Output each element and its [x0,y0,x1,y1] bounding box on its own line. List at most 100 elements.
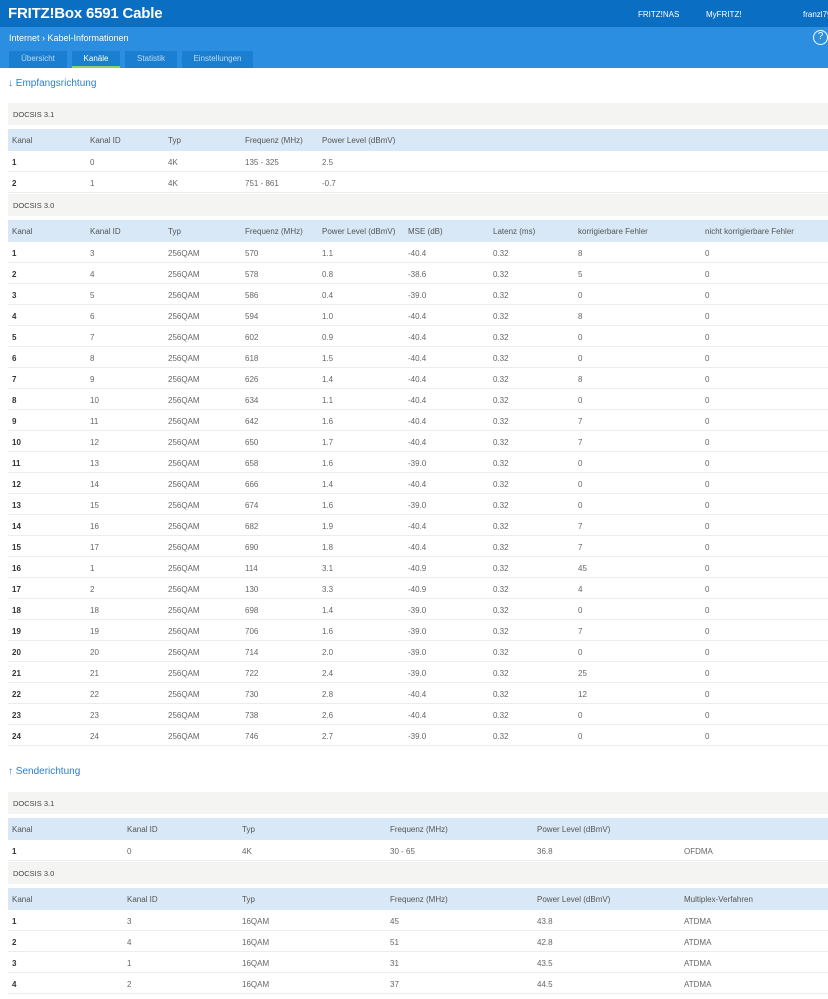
table-cell: 1.1 [322,396,334,405]
table-cell: 0 [578,501,583,510]
table-cell: 0 [705,690,710,699]
table-cell: 23 [12,711,21,720]
table-cell: ATDMA [684,959,712,968]
table-cell: 0 [578,648,583,657]
table-cell: -40.4 [408,480,427,489]
table-cell: 11 [90,417,99,426]
table-cell: 0 [705,249,710,258]
table-cell: 4K [168,158,178,167]
downstream-section-title: ↓ Empfangsrichtung [8,78,97,89]
table-cell: 11 [12,459,21,468]
table-row: 3 5 256QAM 586 0.4 -39.0 0.32 0 0 [8,284,828,305]
table-cell: 256QAM [168,438,200,447]
table-cell: 578 [245,270,259,279]
table-row: 1 3 16QAM 45 43.8 ATDMA [8,910,828,931]
table-cell: -40.4 [408,396,427,405]
tab-statistik[interactable]: Statistik [125,51,177,68]
table-cell: 6 [90,312,95,321]
column-header-cell: Typ [242,825,255,834]
table-cell: 0.32 [493,333,509,342]
table-cell: 2.4 [322,669,334,678]
docsis-section-label: DOCSIS 3.0 [8,194,828,216]
table-cell: 2 [12,938,17,947]
table-cell: -39.0 [408,606,427,615]
table-row: 18 18 256QAM 698 1.4 -39.0 0.32 0 0 [8,599,828,620]
table-cell: 0.32 [493,480,509,489]
table-cell: 256QAM [168,459,200,468]
column-header-cell: Typ [168,136,181,145]
table-cell: 730 [245,690,259,699]
table-cell: 0.32 [493,585,509,594]
table-cell: 256QAM [168,291,200,300]
table-cell: 626 [245,375,259,384]
table-cell: 256QAM [168,543,200,552]
table-cell: 674 [245,501,259,510]
table-cell: 0.8 [322,270,334,279]
table-cell: 24 [12,732,21,741]
table-cell: 256QAM [168,375,200,384]
table-cell: 4K [168,179,178,188]
table-cell: 16QAM [242,938,270,947]
table-cell: 658 [245,459,259,468]
docsis-section-label: DOCSIS 3.1 [8,103,828,125]
table-cell: -40.4 [408,249,427,258]
table-cell: 1 [127,959,132,968]
table-cell: 21 [12,669,21,678]
user-link[interactable]: franzl79 [803,10,828,19]
column-header-cell: nicht korrigierbare Fehler [705,227,794,236]
table-cell: 10 [90,396,99,405]
table-cell: 2 [90,585,95,594]
table-cell: 738 [245,711,259,720]
column-header-cell: Frequenz (MHz) [245,227,303,236]
table-cell: 0.32 [493,249,509,258]
table-cell: 0.32 [493,501,509,510]
fritznas-link[interactable]: FRITZ!NAS [638,10,679,19]
column-header-cell: Frequenz (MHz) [245,136,303,145]
table-cell: 0 [578,732,583,741]
table-row: 19 19 256QAM 706 1.6 -39.0 0.32 7 0 [8,620,828,641]
table-cell: 43.8 [537,917,553,926]
table-cell: 44.5 [537,980,553,989]
table-cell: 0 [578,354,583,363]
table-cell: 256QAM [168,501,200,510]
myfritz-link[interactable]: MyFRITZ! [706,10,742,19]
column-header-cell: korrigierbare Fehler [578,227,648,236]
table-cell: 0.32 [493,291,509,300]
table-cell: 0.4 [322,291,334,300]
table-row: 2 4 256QAM 578 0.8 -38.6 0.32 5 0 [8,263,828,284]
table-cell: 746 [245,732,259,741]
table-cell: 2.7 [322,732,334,741]
breadcrumb[interactable]: Internet › Kabel-Informationen [9,33,129,43]
table-cell: 570 [245,249,259,258]
table-row: 10 12 256QAM 650 1.7 -40.4 0.32 7 0 [8,431,828,452]
tab-uebersicht[interactable]: Übersicht [9,51,67,68]
table-row: 13 15 256QAM 674 1.6 -39.0 0.32 0 0 [8,494,828,515]
table-cell: 0.9 [322,333,334,342]
table-header: Kanal Kanal ID Typ Frequenz (MHz) Power Leve… [8,129,828,151]
table-cell: 0 [705,669,710,678]
table-cell: 8 [12,396,17,405]
help-icon[interactable]: ? [813,30,828,45]
table-cell: 0.32 [493,648,509,657]
table-cell: 642 [245,417,259,426]
table-cell: 1 [12,249,17,258]
table-cell: -40.9 [408,564,427,573]
table-cell: 0 [705,291,710,300]
tab-kanaele[interactable]: Kanäle [72,51,120,68]
column-header-cell: Kanal [12,895,33,904]
table-cell: 0 [578,396,583,405]
tab-einstellungen[interactable]: Einstellungen [182,51,253,68]
table-cell: -40.4 [408,312,427,321]
table-cell: 135 - 325 [245,158,279,167]
table-cell: 16 [90,522,99,531]
table-cell: 751 - 861 [245,179,279,188]
table-cell: 1 [12,158,17,167]
table-cell: 698 [245,606,259,615]
table-cell: 2.6 [322,711,334,720]
table-cell: 24 [90,732,99,741]
table-cell: 114 [245,564,258,573]
table-cell: 22 [12,690,21,699]
table-cell: 0.32 [493,606,509,615]
table-cell: -40.4 [408,333,427,342]
table-cell: 2 [12,179,17,188]
